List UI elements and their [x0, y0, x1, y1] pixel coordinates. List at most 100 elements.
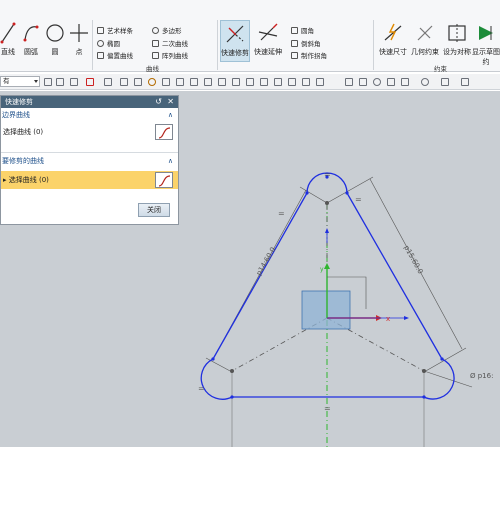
rotate-icon[interactable] — [373, 78, 381, 86]
make-corner-button[interactable]: 制作拐角 — [291, 50, 327, 60]
point-on-curve-icon[interactable] — [302, 78, 310, 86]
curve-select-icon — [158, 175, 171, 187]
select-curve-button[interactable] — [155, 124, 173, 140]
selection-bar: 有 — [0, 74, 500, 90]
conic-button[interactable]: 二次曲线 — [152, 38, 188, 48]
quadrant-icon[interactable] — [274, 78, 282, 86]
close-icon[interactable]: ✕ — [167, 96, 174, 108]
layer-icon[interactable] — [162, 78, 170, 86]
dim-left-text[interactable]: p14:60.0 — [255, 246, 278, 277]
center-point — [422, 369, 426, 373]
end-point-icon[interactable] — [190, 78, 198, 86]
intersection-icon[interactable] — [232, 78, 240, 86]
point-button[interactable]: 点 — [70, 22, 88, 57]
baidu-paw-icon: ● — [409, 493, 422, 511]
fit-view-icon[interactable] — [345, 78, 353, 86]
ellipse-button[interactable]: 椭圆 — [97, 38, 120, 48]
polygon-button[interactable]: 多边形 — [152, 25, 182, 35]
geometric-constraints-icon — [417, 25, 433, 41]
y-axis-label: y — [320, 266, 324, 273]
dim-diameter-text[interactable]: Ø p16: — [470, 372, 493, 380]
point-label: 点 — [75, 48, 83, 56]
vertex-point — [305, 191, 309, 195]
display-sketch-constraints-button[interactable]: 显示草图约 — [472, 22, 500, 67]
display-settings-icon[interactable] — [461, 78, 469, 86]
art-spline-button[interactable]: 艺术样条 — [97, 25, 133, 35]
chamfer-button[interactable]: 倒斜角 — [291, 38, 321, 48]
dim-right-text[interactable]: p15:60.0 — [402, 244, 424, 275]
make-corner-icon — [291, 51, 298, 59]
make-symmetric-button[interactable]: 设为对称 — [442, 22, 472, 57]
existing-point-icon[interactable] — [288, 78, 296, 86]
dialog-title-bar: 快速修剪 ↺ ✕ — [1, 96, 178, 108]
cursor-arrow-icon: ▸ — [3, 176, 7, 184]
arc-button[interactable]: 圆弧 — [22, 22, 40, 57]
quick-trim-icon — [226, 25, 244, 43]
dim-extension-left-top — [299, 186, 328, 204]
select-box-icon[interactable] — [70, 78, 78, 86]
lasso-icon[interactable] — [104, 78, 112, 86]
close-button[interactable]: 关闭 — [138, 203, 170, 217]
filter-icon[interactable] — [56, 78, 64, 86]
chevron-down-icon — [34, 80, 38, 83]
section-divider — [1, 152, 178, 153]
quick-extend-icon — [258, 23, 278, 41]
quick-trim-button[interactable]: 快速修剪 — [220, 20, 250, 62]
center-point — [230, 369, 234, 373]
rapid-dimension-button[interactable]: 快速尺寸 — [378, 22, 408, 57]
view-orientation-icon[interactable] — [387, 78, 395, 86]
art-spline-icon — [97, 26, 104, 34]
chevron-up-icon: ∧ — [167, 111, 173, 119]
pattern-curve-icon — [152, 51, 159, 59]
snap-point-icon[interactable] — [86, 78, 94, 86]
circle-label: 圆 — [51, 48, 59, 56]
line-label: 直线 — [1, 48, 15, 56]
vertex-point — [211, 357, 215, 361]
offset-curve-button[interactable]: 偏置曲线 — [97, 50, 133, 60]
select-curve-button[interactable] — [155, 172, 173, 188]
boundary-section-header[interactable]: 边界曲线 ∧ — [1, 110, 178, 121]
sphere-shade-icon[interactable] — [421, 78, 429, 86]
quick-trim-dialog: 快速修剪 ↺ ✕ 边界曲线 ∧ 选择曲线 (0) 要修剪的曲线 ∧ ▸ 选择曲线… — [0, 95, 179, 225]
trim-select-row[interactable]: ▸ 选择曲线 (0) — [1, 171, 178, 189]
reset-filter-icon[interactable] — [120, 78, 128, 86]
circle-icon — [46, 24, 64, 42]
sphere-icon[interactable] — [148, 78, 156, 86]
equal-constraint-mark: = — [278, 209, 285, 218]
pattern-curve-button[interactable]: 阵列曲线 — [152, 50, 188, 60]
dialog-title: 快速修剪 — [5, 98, 33, 106]
mid-point-icon[interactable] — [204, 78, 212, 86]
arc-center-icon[interactable] — [246, 78, 254, 86]
solid-icon[interactable] — [134, 78, 142, 86]
x-axis-label: x — [386, 315, 390, 323]
reset-icon[interactable]: ↺ — [155, 96, 162, 108]
point-snap-icon[interactable] — [176, 78, 184, 86]
cube-icon[interactable] — [441, 78, 449, 86]
right-edge — [346, 192, 443, 360]
line-button[interactable]: 直线 — [0, 22, 16, 57]
control-point-icon[interactable] — [218, 78, 226, 86]
ribbon-separator — [373, 20, 374, 70]
render-style-icon[interactable] — [401, 78, 409, 86]
vertex-point — [440, 357, 444, 361]
quick-extend-button[interactable]: 快速延伸 — [253, 22, 283, 57]
vertical-arrow — [325, 228, 329, 233]
circle-button[interactable]: 圆 — [46, 22, 64, 57]
geometric-constraints-button[interactable]: 几何约束 — [410, 22, 440, 57]
ribbon-separator — [92, 20, 93, 70]
fillet-icon — [291, 26, 298, 34]
zoom-icon[interactable] — [359, 78, 367, 86]
arc-icon — [23, 25, 39, 42]
left-arc — [200, 358, 233, 400]
boundary-select-row[interactable]: 选择曲线 (0) — [1, 123, 178, 141]
tangent-icon[interactable] — [260, 78, 268, 86]
selection-filter-dropdown[interactable]: 有 — [0, 76, 40, 87]
point-on-face-icon[interactable] — [316, 78, 324, 86]
dim-diameter-leader — [423, 370, 473, 388]
make-symmetric-icon — [448, 24, 466, 42]
select-all-icon[interactable] — [44, 78, 52, 86]
ribbon-separator — [217, 20, 218, 70]
trim-section-header[interactable]: 要修剪的曲线 ∧ — [1, 156, 178, 167]
fillet-button[interactable]: 圆角 — [291, 25, 314, 35]
offset-curve-icon — [97, 51, 104, 59]
